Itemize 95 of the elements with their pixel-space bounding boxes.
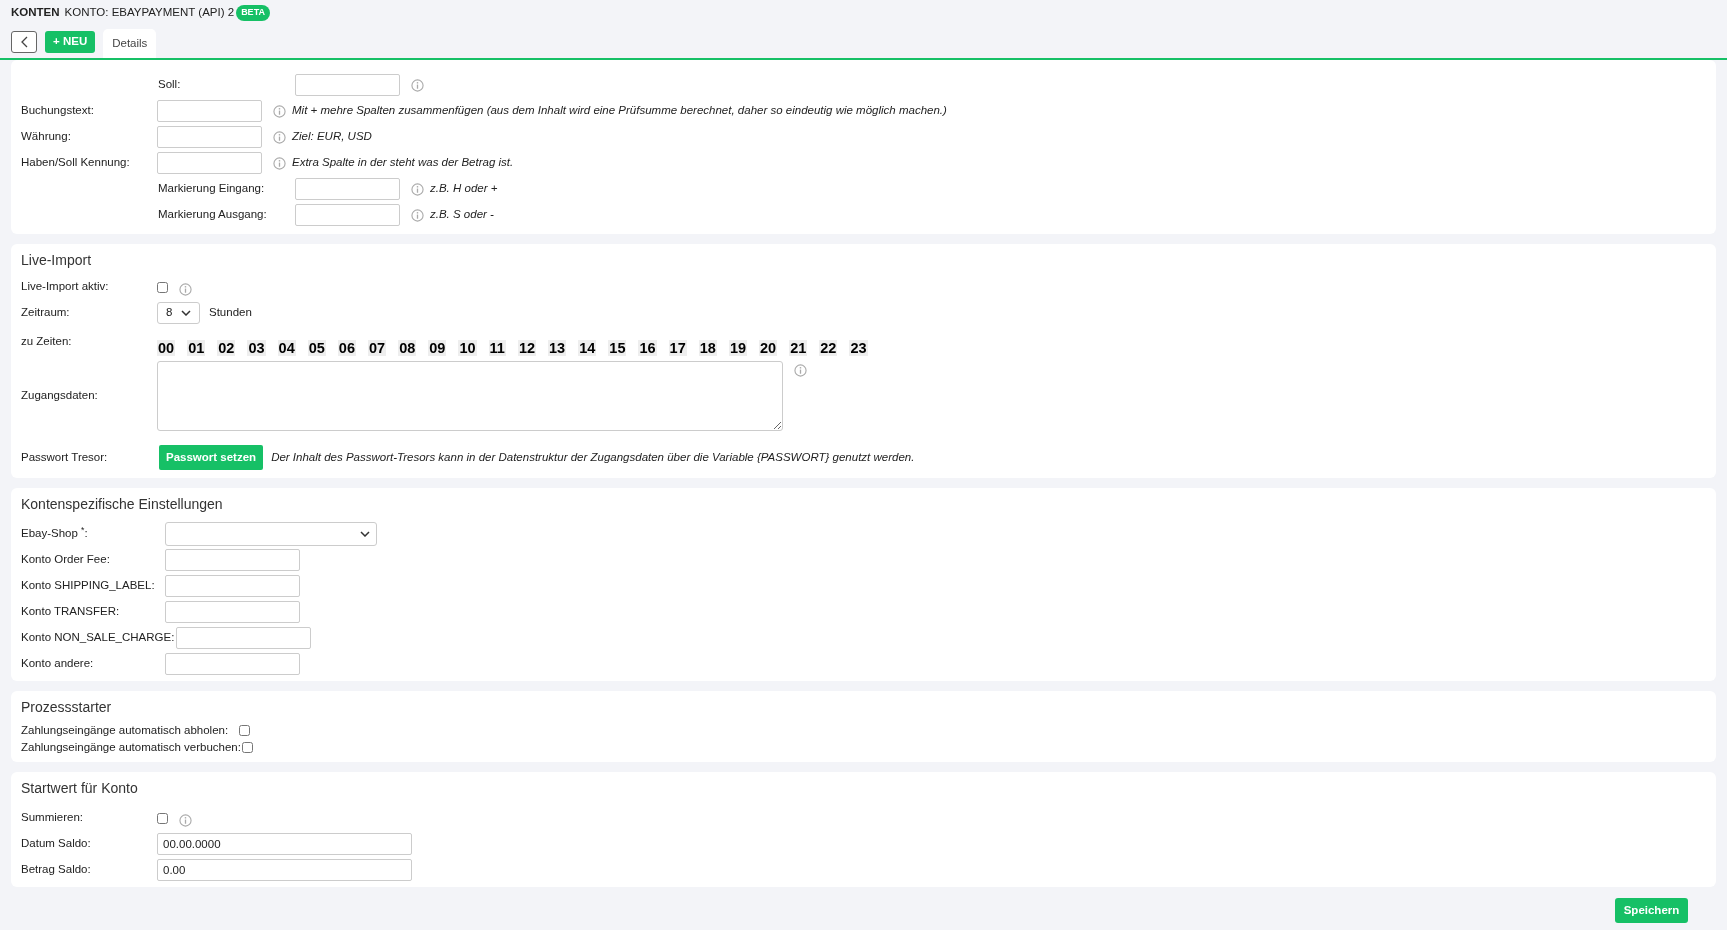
hour-toggle[interactable]: 20: [759, 340, 778, 356]
info-icon: [273, 156, 286, 170]
checkbox[interactable]: [239, 725, 251, 736]
hour-toggle[interactable]: 04: [277, 340, 296, 356]
field-label: Datum Saldo:: [21, 836, 92, 852]
hour-toggle[interactable]: 06: [337, 340, 356, 356]
hour-toggle[interactable]: 13: [548, 340, 567, 356]
field-label: zu Zeiten:: [21, 334, 73, 349]
hour-toggle[interactable]: 12: [517, 340, 537, 356]
field-label: Haben/Soll Kennung:: [21, 155, 131, 171]
field-label: Markierung Ausgang:: [158, 207, 268, 223]
field-label: Zahlungseingänge automatisch abholen:: [21, 722, 229, 738]
hour-toggle[interactable]: 11: [488, 340, 506, 356]
beta-badge: BETA: [236, 5, 270, 21]
field-label: Zahlungseingänge automatisch verbuchen:: [21, 739, 241, 755]
hour-toggle[interactable]: 08: [398, 340, 417, 356]
info-icon: [273, 130, 286, 144]
info-icon: [179, 283, 192, 296]
section-heading: Startwert für Konto: [21, 779, 139, 798]
unit-label: Stunden: [209, 305, 252, 321]
input-field[interactable]: [157, 152, 262, 174]
field-label: Konto NON_SALE_CHARGE:: [21, 630, 176, 646]
text-area[interactable]: [157, 361, 783, 431]
input-field[interactable]: [165, 549, 300, 571]
hour-toggle[interactable]: 01: [187, 340, 206, 356]
hour-toggle[interactable]: 14: [578, 340, 597, 356]
input-field[interactable]: [157, 100, 262, 122]
hour-toggle[interactable]: 02: [217, 340, 236, 356]
input-field[interactable]: [295, 178, 400, 200]
input-field[interactable]: [295, 204, 400, 226]
dropdown[interactable]: [165, 522, 377, 546]
input-field[interactable]: 0.00: [157, 859, 412, 881]
hour-toggle[interactable]: 23: [849, 340, 868, 356]
hint-text: Der Inhalt des Passwort-Tresors kann in der Datenstruktur der Zugangsdaten über die Variable {PASSWORT} genutzt werden.: [271, 449, 915, 465]
section-heading: Kontenspezifische Einstellungen: [21, 495, 224, 514]
hour-toggle[interactable]: 00: [157, 340, 176, 356]
field-label: Währung:: [21, 129, 72, 145]
chevron-down-icon: [360, 531, 370, 537]
field-label: Soll:: [158, 77, 182, 93]
field-label: Live-Import aktiv:: [21, 279, 110, 295]
info-icon: [794, 364, 807, 377]
field-label: Zugangsdaten:: [21, 388, 99, 404]
hint-text: Ziel: EUR, USD: [292, 129, 372, 145]
input-field[interactable]: [165, 601, 300, 623]
hint-text: Extra Spalte in der steht was der Betrag ist.: [292, 155, 514, 171]
hour-toggle[interactable]: 09: [428, 340, 447, 356]
field-label: Konto TRANSFER:: [21, 604, 121, 620]
hour-toggle[interactable]: 18: [698, 340, 717, 356]
dropdown[interactable]: 8: [157, 302, 200, 324]
checkbox[interactable]: [157, 812, 168, 824]
field-label: Konto SHIPPING_LABEL:: [21, 578, 156, 594]
dropdown-value: 8: [166, 305, 173, 321]
chevron-down-icon: [181, 310, 191, 316]
hour-toggle[interactable]: 19: [728, 340, 747, 356]
hint-text: z.B. H oder +: [430, 181, 498, 197]
hour-toggle[interactable]: 03: [247, 340, 266, 356]
page-title: KONTO: EBAYPAYMENT (API) 2: [64, 5, 235, 21]
input-field[interactable]: [165, 653, 300, 675]
field-label: Betrag Saldo:: [21, 862, 92, 878]
hint-text: z.B. S oder -: [430, 207, 494, 223]
input-field[interactable]: [165, 575, 300, 597]
info-icon: [411, 182, 424, 196]
back-button[interactable]: [11, 31, 37, 53]
field-label: Markierung Eingang:: [158, 181, 266, 197]
hint-text: Mit + mehre Spalten zusammenfügen (aus dem Inhalt wird eine Prüfsumme berechnet, daher so eindeutig wie möglich machen.): [292, 103, 947, 119]
info-icon: [411, 208, 424, 222]
checkbox[interactable]: [157, 281, 168, 293]
hour-toggle[interactable]: 17: [668, 340, 687, 356]
hour-toggle[interactable]: 22: [819, 340, 838, 356]
hour-toggle[interactable]: 07: [368, 340, 387, 356]
field-label: Konto Order Fee:: [21, 552, 111, 568]
field-label: Ebay-Shop $^{*}$:: [21, 525, 89, 542]
info-icon: [179, 814, 192, 827]
breadcrumb-section: KONTEN: [11, 4, 60, 22]
input-field[interactable]: [176, 627, 312, 649]
info-icon: [411, 78, 424, 92]
field-label: Passwort Tresor:: [21, 449, 109, 465]
hour-toggle[interactable]: 21: [789, 340, 808, 356]
info-icon: [273, 104, 286, 118]
hour-toggle[interactable]: 10: [458, 340, 477, 356]
field-label: Konto andere:: [21, 656, 95, 672]
chevron-left-icon: [20, 36, 28, 48]
field-label: Buchungstext:: [21, 103, 95, 119]
section-heading: Live-Import: [21, 251, 93, 270]
input-field[interactable]: [157, 126, 262, 148]
field-label: Summieren:: [21, 810, 84, 826]
tab[interactable]: Details: [103, 29, 157, 58]
hour-toggle[interactable]: 15: [608, 340, 627, 356]
section-heading: Prozessstarter: [21, 698, 113, 717]
hour-toggle[interactable]: 05: [307, 340, 326, 356]
input-field[interactable]: [295, 74, 400, 96]
input-field[interactable]: 00.00.0000: [157, 833, 412, 855]
hour-toggle[interactable]: 16: [638, 340, 657, 356]
checkbox[interactable]: [241, 742, 253, 753]
field-label: Zeitraum:: [21, 305, 71, 321]
